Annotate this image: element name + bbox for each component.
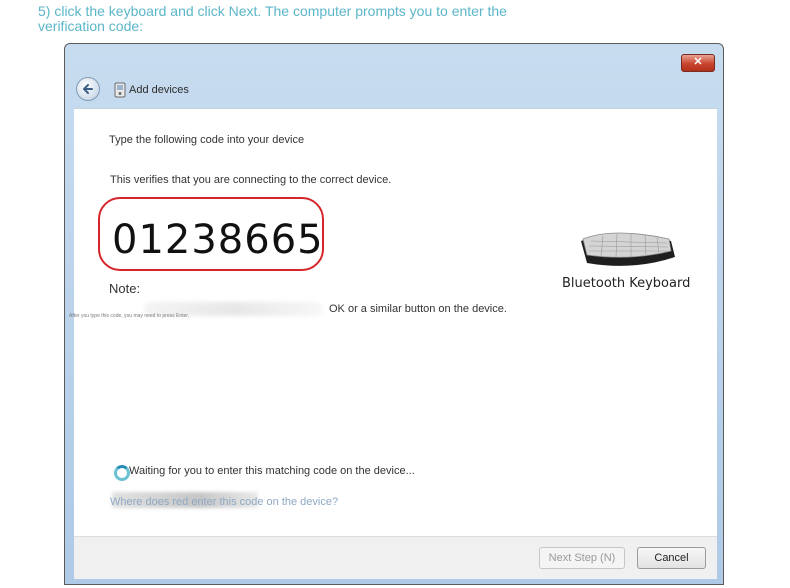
- close-button[interactable]: ✕: [681, 54, 715, 72]
- note-text: OK or a similar button on the device.: [329, 303, 507, 315]
- device-name: Bluetooth Keyboard: [562, 276, 691, 291]
- back-arrow-icon: [83, 84, 93, 94]
- note-small-text: After you type this code, you may need t…: [69, 313, 190, 319]
- add-devices-window: ✕ Add devices Type the following code in…: [64, 43, 724, 585]
- verify-text: This verifies that you are connecting to…: [110, 174, 392, 186]
- note-label: Note:: [109, 281, 141, 296]
- dialog-footer: Next Step (N) Cancel: [74, 536, 717, 579]
- dialog-content: Type the following code into your device…: [69, 108, 717, 537]
- waiting-status-text: Waiting for you to enter this matching c…: [129, 465, 415, 477]
- instruction-text: Type the following code into your device: [109, 134, 305, 146]
- bluetooth-device-icon: [114, 82, 126, 98]
- cancel-button[interactable]: Cancel: [637, 547, 706, 569]
- next-button[interactable]: Next Step (N): [539, 547, 625, 569]
- spinner-icon: [114, 465, 130, 481]
- keyboard-icon: [581, 232, 675, 266]
- window-title: Add devices: [129, 84, 189, 96]
- back-button[interactable]: [76, 77, 100, 101]
- verification-code: 01238665: [112, 217, 324, 263]
- help-link[interactable]: Where does red enter this code on the de…: [110, 496, 338, 508]
- caption-text: 5) click the keyboard and click Next. Th…: [38, 3, 507, 34]
